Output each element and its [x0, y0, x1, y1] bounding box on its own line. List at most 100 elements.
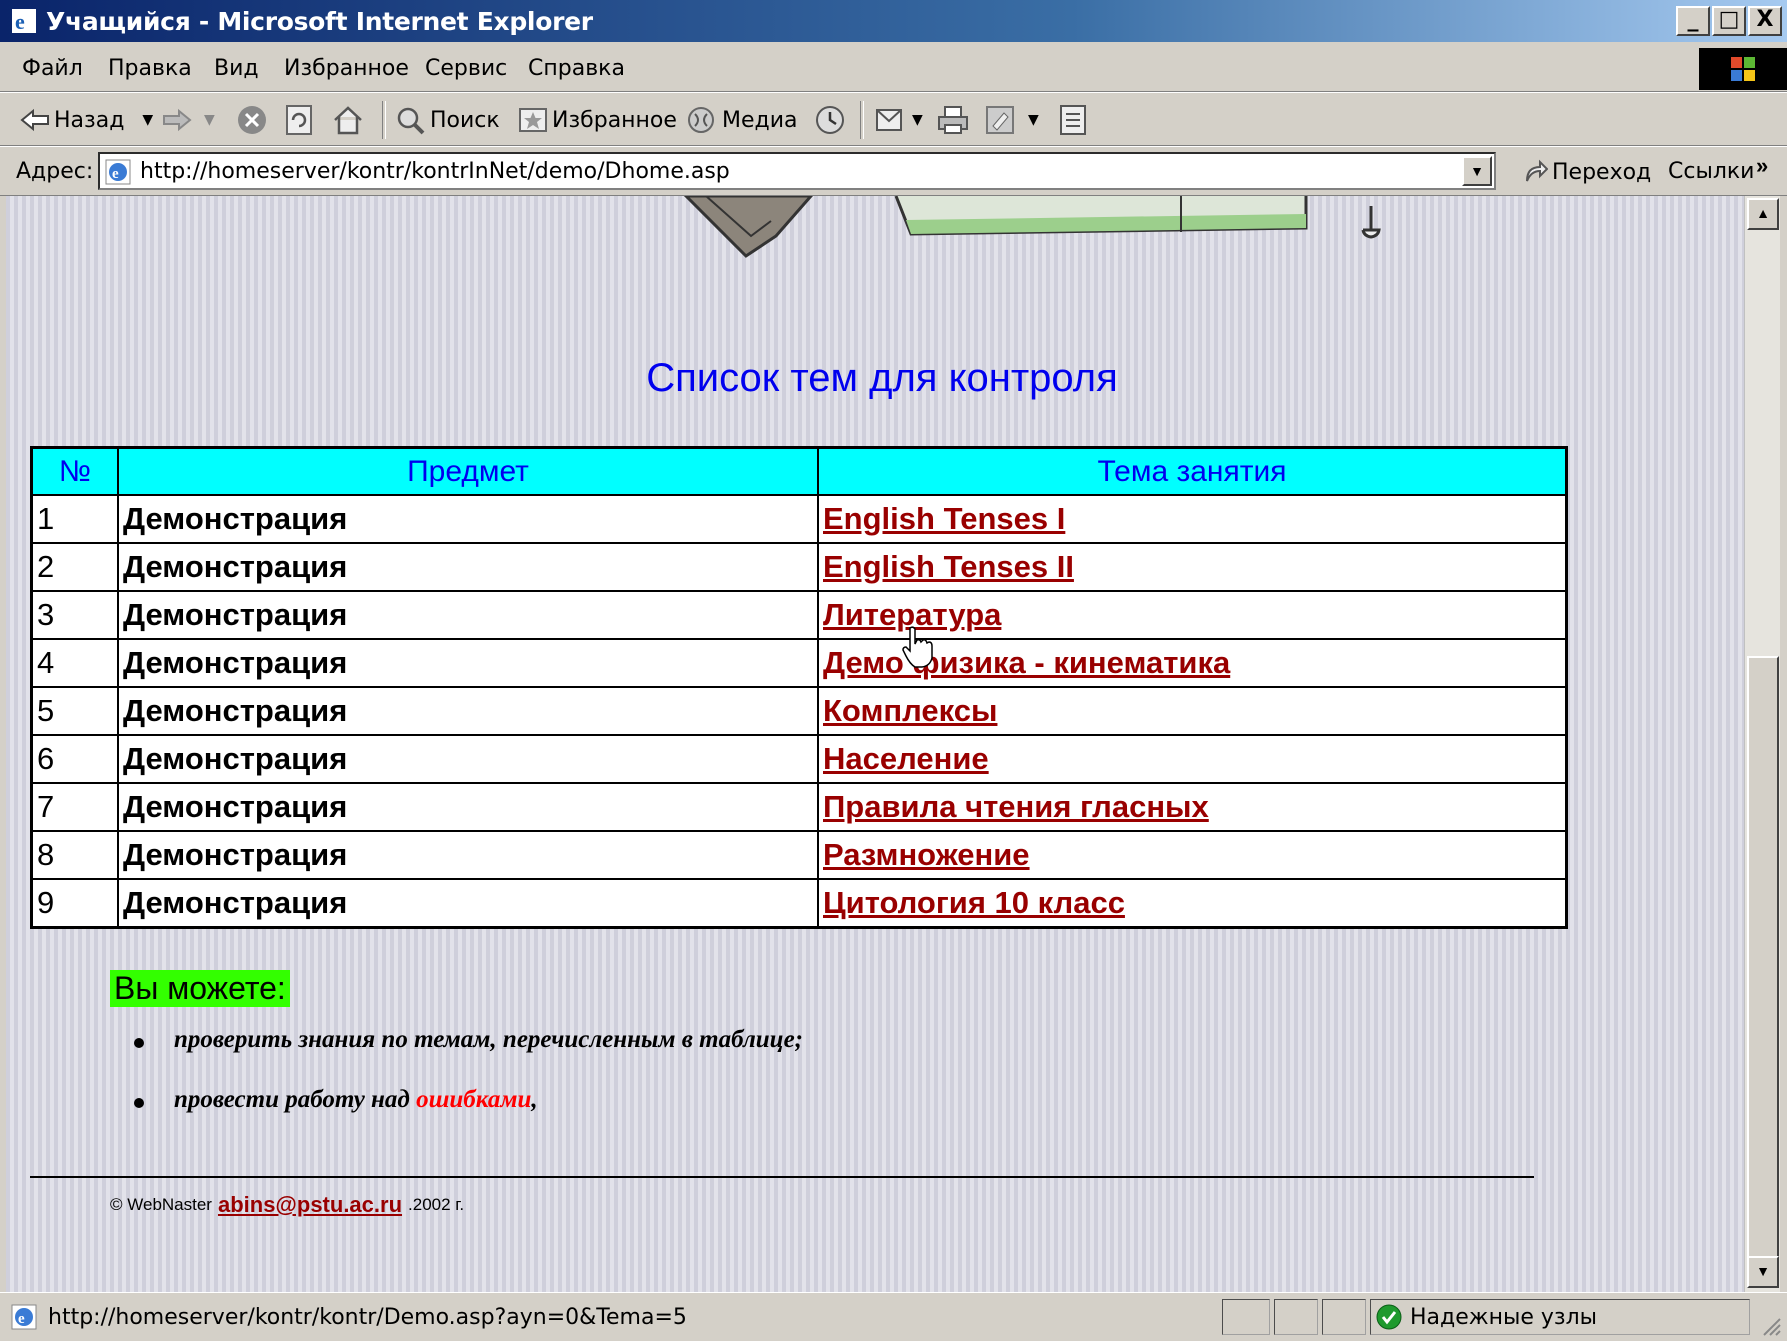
mail-button[interactable]: ▼	[874, 103, 923, 137]
windows-logo-icon	[1699, 48, 1787, 90]
address-input[interactable]: e http://homeserver/kontr/kontrInNet/dem…	[98, 152, 1496, 190]
row-subject: Демонстрация	[117, 830, 819, 880]
toolbar-separator	[860, 101, 864, 139]
errors-link[interactable]: ошибками	[416, 1086, 531, 1113]
vertical-scrollbar[interactable]: ▲ ▼	[1744, 196, 1780, 1292]
row-number: 1	[30, 494, 119, 544]
address-bar: Адрес: e http://homeserver/kontr/kontrIn…	[0, 146, 1787, 196]
row-topic: Комплексы	[817, 686, 1568, 736]
row-number: 5	[30, 686, 119, 736]
table-row: 7 Демонстрация Правила чтения гласных	[30, 782, 1568, 832]
menu-view[interactable]: Вид	[214, 56, 259, 81]
row-number: 9	[30, 878, 119, 929]
ie-icon: e	[12, 9, 36, 34]
back-button[interactable]: Назад ▼	[20, 103, 153, 137]
resize-grip-icon[interactable]	[1760, 1315, 1782, 1337]
topic-link[interactable]: Население	[823, 741, 989, 776]
print-button[interactable]	[936, 103, 970, 137]
topic-link[interactable]: Размножение	[823, 837, 1030, 872]
scroll-down-icon[interactable]: ▼	[1747, 1256, 1779, 1288]
refresh-button[interactable]	[284, 103, 314, 137]
menu-file[interactable]: Файл	[22, 56, 83, 81]
address-url: http://homeserver/kontr/kontrInNet/demo/…	[140, 159, 730, 184]
row-subject: Демонстрация	[117, 734, 819, 784]
print-icon	[938, 106, 968, 134]
mail-dropdown-icon[interactable]: ▼	[912, 112, 923, 128]
webmaster-email-link[interactable]: abins@pstu.ac.ru	[218, 1192, 402, 1218]
row-number: 3	[30, 590, 119, 640]
edit-icon	[986, 106, 1014, 134]
svg-text:e: e	[15, 9, 25, 34]
media-icon	[688, 107, 714, 133]
topic-link[interactable]: English Tenses II	[823, 549, 1074, 584]
ie-page-icon: e	[11, 1304, 37, 1330]
minimize-button[interactable]: _	[1676, 6, 1710, 36]
mail-icon	[876, 109, 902, 131]
stop-button[interactable]	[236, 103, 268, 137]
maximize-button[interactable]: □	[1712, 6, 1746, 36]
home-icon	[334, 106, 362, 135]
media-label: Медиа	[722, 107, 798, 133]
history-button[interactable]	[814, 103, 846, 137]
footer-suffix: .2002 г.	[408, 1195, 465, 1214]
links-button[interactable]: Ссылки	[1668, 159, 1754, 184]
topic-link[interactable]: Демо физика - кинематика	[823, 645, 1230, 680]
address-label: Адрес:	[16, 159, 94, 184]
favorites-button[interactable]: Избранное	[518, 103, 677, 137]
go-label: Переход	[1552, 159, 1652, 185]
media-button[interactable]: Медиа	[686, 103, 798, 137]
footer-prefix: © WebNaster	[110, 1195, 212, 1214]
menu-help[interactable]: Справка	[528, 56, 625, 81]
forward-button[interactable]: ▼	[162, 103, 215, 137]
row-subject: Демонстрация	[117, 782, 819, 832]
scroll-thumb[interactable]	[1747, 656, 1779, 1276]
row-number: 4	[30, 638, 119, 688]
status-url: http://homeserver/kontr/kontr/Demo.asp?a…	[48, 1305, 687, 1330]
row-number: 6	[30, 734, 119, 784]
scroll-up-icon[interactable]: ▲	[1747, 198, 1779, 230]
menu-favorites[interactable]: Избранное	[284, 56, 409, 81]
back-label: Назад	[54, 107, 125, 133]
table-row: 6 Демонстрация Население	[30, 734, 1568, 784]
back-dropdown-icon[interactable]: ▼	[142, 112, 153, 128]
row-topic: Население	[817, 734, 1568, 784]
menu-tools[interactable]: Сервис	[425, 56, 507, 81]
row-number: 8	[30, 830, 119, 880]
trusted-check-icon	[1376, 1304, 1402, 1330]
search-button[interactable]: Поиск	[394, 103, 500, 137]
links-more-icon[interactable]: »	[1756, 153, 1768, 179]
home-button[interactable]	[332, 103, 364, 137]
header-subject: Предмет	[117, 446, 819, 496]
row-topic: Правила чтения гласных	[817, 782, 1568, 832]
table-row: 3 Демонстрация Литература	[30, 590, 1568, 640]
status-bar: e http://homeserver/kontr/kontr/Demo.asp…	[0, 1292, 1787, 1341]
discuss-icon	[1060, 105, 1086, 135]
divider	[30, 1176, 1534, 1178]
menu-bar: Файл Правка Вид Избранное Сервис Справка	[0, 44, 1787, 92]
refresh-icon	[286, 105, 312, 135]
table-row: 9 Демонстрация Цитология 10 класс	[30, 878, 1568, 929]
topic-link[interactable]: Правила чтения гласных	[823, 789, 1209, 824]
page-title: Список тем для контроля	[646, 356, 1118, 400]
close-button[interactable]: X	[1748, 6, 1782, 36]
history-icon	[816, 106, 844, 134]
svg-text:e: e	[18, 1311, 25, 1327]
forward-dropdown-icon[interactable]: ▼	[204, 112, 215, 128]
table-row: 2 Демонстрация English Tenses II	[30, 542, 1568, 592]
topic-link[interactable]: English Tenses I	[823, 501, 1065, 536]
header-topic: Тема занятия	[817, 446, 1568, 496]
go-button[interactable]: Переход	[1522, 159, 1651, 185]
row-subject: Демонстрация	[117, 542, 819, 592]
table-row: 1 Демонстрация English Tenses I	[30, 494, 1568, 544]
menu-edit[interactable]: Правка	[108, 56, 192, 81]
stop-icon	[238, 106, 266, 134]
forward-arrow-icon	[163, 108, 192, 132]
topic-link[interactable]: Комплексы	[823, 693, 997, 728]
discuss-button[interactable]	[1058, 103, 1088, 137]
topic-link[interactable]: Цитология 10 класс	[823, 885, 1125, 920]
address-dropdown-icon[interactable]: ▼	[1462, 156, 1492, 186]
edit-button[interactable]: ▼	[984, 103, 1039, 137]
edit-dropdown-icon[interactable]: ▼	[1028, 112, 1039, 128]
bullet-text: провести работу над ошибками,	[174, 1086, 538, 1114]
hint-label: Вы можете:	[110, 970, 290, 1007]
